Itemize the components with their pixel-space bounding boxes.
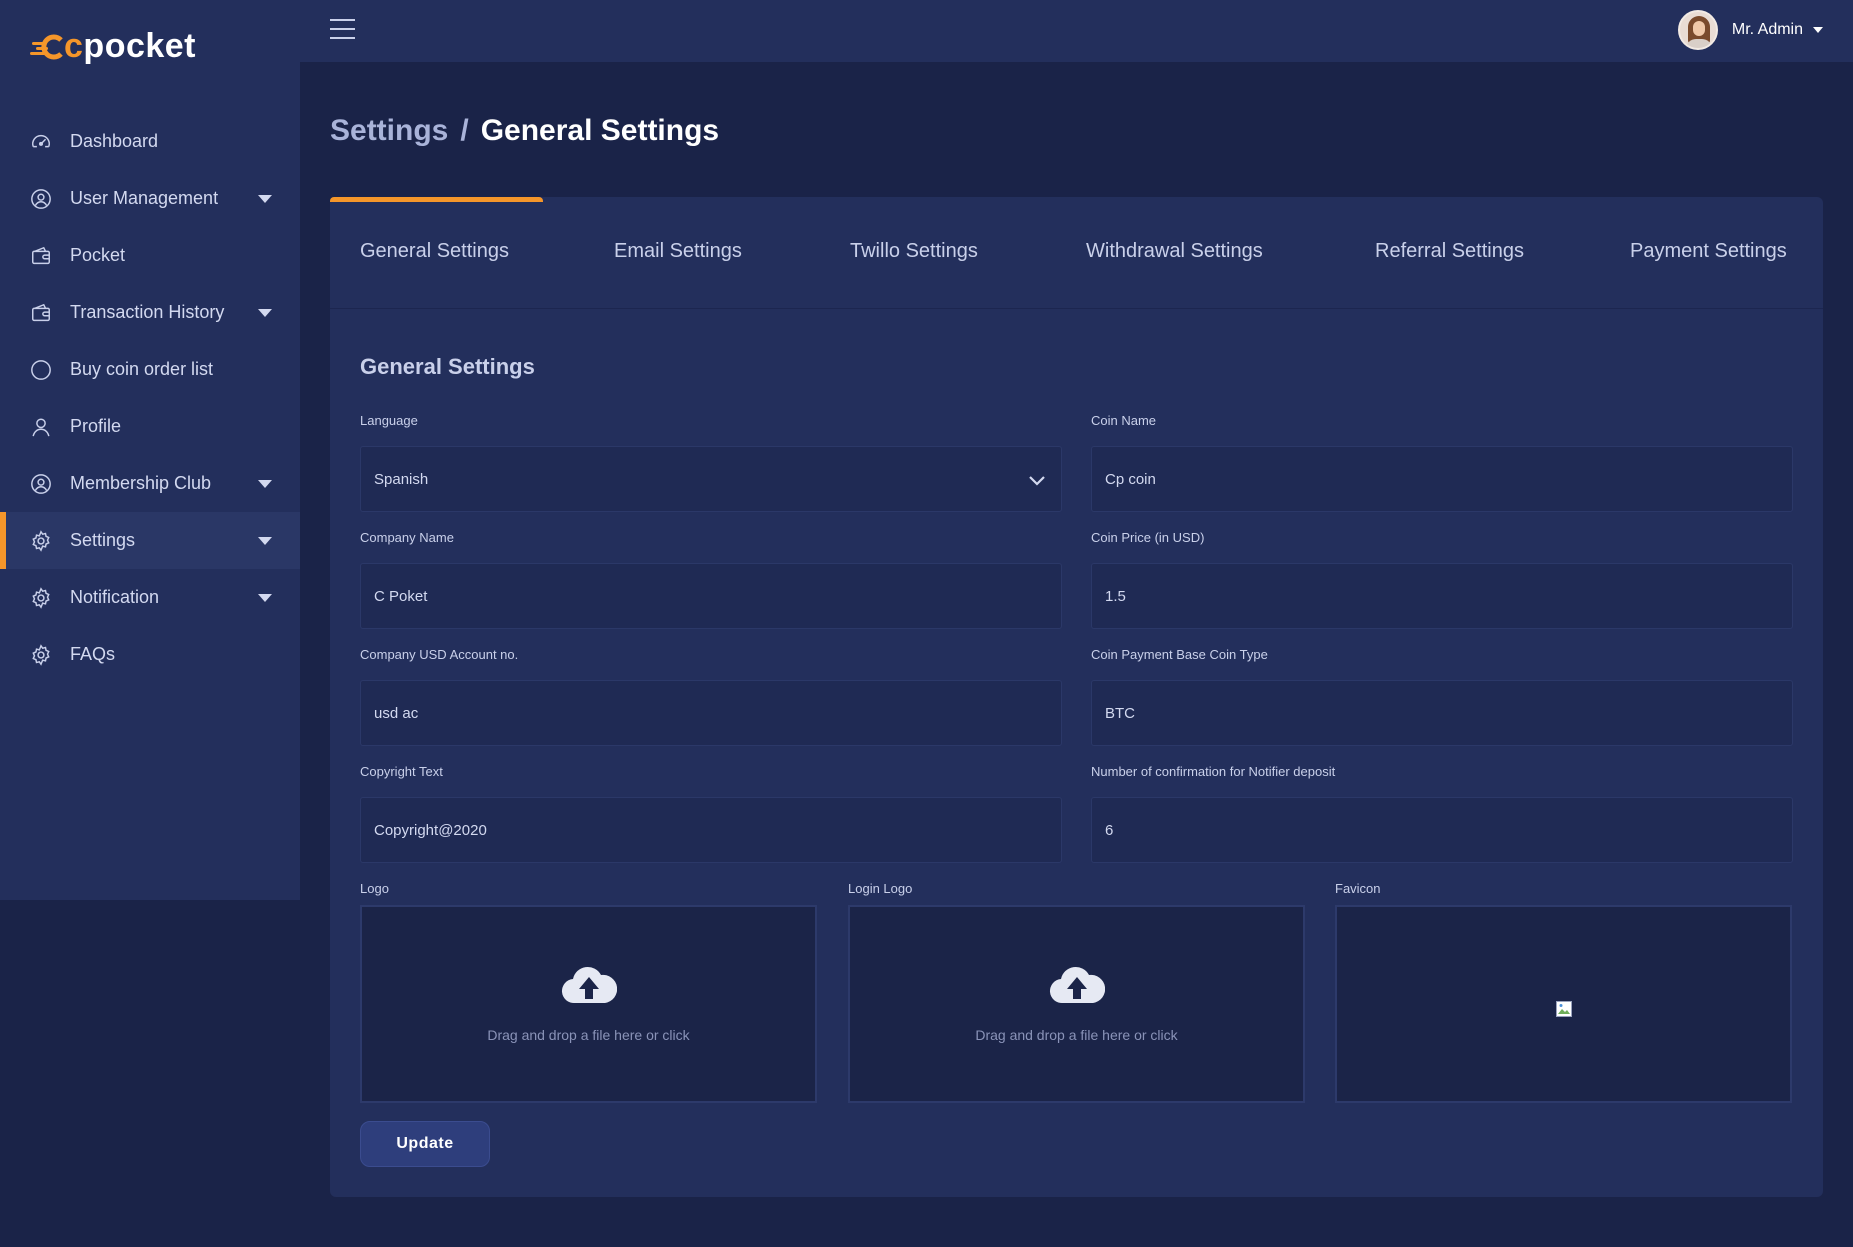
sidebar-item-transaction-history[interactable]: Transaction History: [0, 284, 300, 341]
tab-email-settings[interactable]: Email Settings: [614, 240, 742, 263]
sidebar-item-dashboard[interactable]: Dashboard: [0, 113, 300, 170]
gauge-icon: [30, 131, 52, 153]
sidebar-item-label: Transaction History: [70, 302, 225, 322]
sidebar-item-label: Dashboard: [70, 131, 159, 151]
sidebar-item-label: Profile: [70, 416, 122, 436]
coin-price-value: 1.5: [1105, 587, 1126, 605]
wallet-icon: [30, 245, 52, 267]
gear-icon: [30, 586, 52, 609]
user-name: Mr. Admin: [1731, 21, 1803, 38]
tab-bar: General Settings Email Settings Twillo S…: [330, 197, 1823, 309]
tab-general-settings[interactable]: General Settings: [360, 240, 509, 263]
caret-down-icon: [258, 479, 272, 488]
breadcrumb: Settings / General Settings: [330, 114, 719, 148]
language-select[interactable]: Spanish: [360, 446, 1062, 512]
logo-dropzone[interactable]: Drag and drop a file here or click: [360, 905, 817, 1103]
coin-name-value: Cp coin: [1105, 470, 1156, 488]
usd-account-label: Company USD Account no.: [360, 647, 519, 662]
sidebar-item-pocket[interactable]: Pocket: [0, 227, 300, 284]
copyright-value: Copyright@2020: [374, 821, 487, 839]
form-title: General Settings: [360, 354, 535, 379]
sidebar-item-label: Settings: [70, 530, 136, 550]
sidebar-item-label: User Management: [70, 188, 219, 208]
copyright-label: Copyright Text: [360, 764, 443, 779]
user-circle-icon: [30, 188, 52, 210]
company-name-label: Company Name: [360, 530, 454, 545]
brand-name-rest: pocket: [83, 26, 197, 65]
base-coin-type-label: Coin Payment Base Coin Type: [1091, 647, 1268, 662]
coin-name-label: Coin Name: [1091, 413, 1157, 428]
coin-price-label: Coin Price (in USD): [1091, 530, 1205, 545]
sidebar-item-label: Membership Club: [70, 473, 212, 493]
brand-name-prefix: c: [64, 26, 84, 65]
caret-down-icon: [258, 308, 272, 317]
logo-dropzone-message: Drag and drop a file here or click: [487, 1027, 690, 1043]
caret-down-icon: [258, 593, 272, 602]
user-circle-icon: [30, 473, 52, 495]
login-logo-label: Login Logo: [848, 881, 913, 896]
user-icon: [30, 416, 52, 438]
base-coin-type-value: BTC: [1105, 704, 1135, 722]
confirmations-value: 6: [1105, 821, 1114, 839]
update-button[interactable]: Update: [360, 1121, 490, 1167]
caret-down-icon: [258, 536, 272, 545]
breadcrumb-parent[interactable]: Settings: [330, 114, 448, 147]
breadcrumb-current: General Settings: [480, 114, 720, 147]
chevron-down-icon: [1029, 476, 1045, 486]
sidebar: cpocket Dashboard User Management Pocket: [0, 0, 300, 900]
sidebar-item-user-management[interactable]: User Management: [0, 170, 300, 227]
logo-speed-icon: [30, 31, 64, 61]
caret-down-icon: [258, 194, 272, 203]
sidebar-item-buy-coin-order-list[interactable]: Buy coin order list: [0, 341, 300, 398]
avatar[interactable]: [1677, 10, 1718, 50]
tab-referral-settings[interactable]: Referral Settings: [1375, 240, 1524, 263]
company-name-input[interactable]: C Poket: [360, 563, 1062, 629]
base-coin-type-input[interactable]: BTC: [1091, 680, 1793, 746]
wallet-icon: [30, 302, 52, 324]
sidebar-item-label: Pocket: [70, 245, 126, 265]
favicon-label: Favicon: [1335, 881, 1381, 896]
usd-account-value: usd ac: [374, 704, 419, 722]
favicon-dropzone[interactable]: [1335, 905, 1792, 1103]
broken-image-icon: [1555, 1001, 1572, 1017]
sidebar-nav: Dashboard User Management Pocket Transac…: [0, 113, 300, 683]
tab-twillo-settings[interactable]: Twillo Settings: [850, 240, 978, 263]
tab-payment-settings[interactable]: Payment Settings: [1630, 240, 1787, 263]
language-label: Language: [360, 413, 418, 428]
coin-price-input[interactable]: 1.5: [1091, 563, 1793, 629]
language-value: Spanish: [374, 470, 429, 488]
copyright-input[interactable]: Copyright@2020: [360, 797, 1062, 863]
sidebar-item-label: FAQs: [70, 644, 116, 664]
breadcrumb-separator: /: [460, 114, 469, 147]
brand-logo[interactable]: cpocket: [30, 26, 196, 66]
sidebar-item-label: Buy coin order list: [70, 359, 214, 379]
user-menu[interactable]: Mr. Admin: [1677, 10, 1823, 50]
login-logo-dropzone-message: Drag and drop a file here or click: [975, 1027, 1178, 1043]
coin-name-input[interactable]: Cp coin: [1091, 446, 1793, 512]
circle-icon: [30, 359, 52, 381]
login-logo-dropzone[interactable]: Drag and drop a file here or click: [848, 905, 1305, 1103]
sidebar-item-notification[interactable]: Notification: [0, 569, 300, 626]
caret-down-icon: [1813, 27, 1823, 33]
gear-icon: [30, 529, 52, 552]
hamburger-menu-icon[interactable]: [330, 19, 355, 41]
usd-account-input[interactable]: usd ac: [360, 680, 1062, 746]
tab-withdrawal-settings[interactable]: Withdrawal Settings: [1086, 240, 1263, 263]
sidebar-item-faqs[interactable]: FAQs: [0, 626, 300, 683]
cloud-upload-icon: [561, 966, 617, 1004]
gear-icon: [30, 643, 52, 666]
sidebar-item-profile[interactable]: Profile: [0, 398, 300, 455]
sidebar-item-settings[interactable]: Settings: [0, 512, 300, 569]
topbar: Mr. Admin: [300, 0, 1853, 62]
sidebar-item-membership-club[interactable]: Membership Club: [0, 455, 300, 512]
active-tab-indicator: [330, 197, 543, 202]
logo-label: Logo: [360, 881, 389, 896]
settings-card: General Settings Email Settings Twillo S…: [330, 197, 1823, 1197]
cloud-upload-icon: [1049, 966, 1105, 1004]
confirmations-input[interactable]: 6: [1091, 797, 1793, 863]
brand-name: cpocket: [64, 27, 196, 66]
company-name-value: C Poket: [374, 587, 428, 605]
confirmations-label: Number of confirmation for Notifier depo…: [1091, 764, 1336, 779]
sidebar-item-label: Notification: [70, 587, 160, 607]
